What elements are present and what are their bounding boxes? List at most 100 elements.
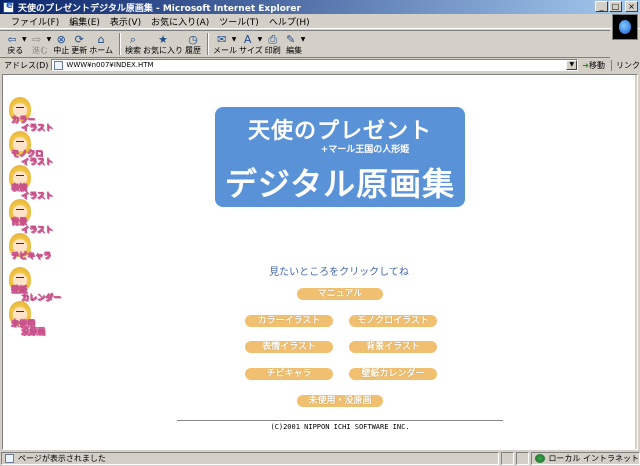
side-menu: カラー イラスト モノクロ イラスト 表情 イラスト 背景 イラスト チビキャラ… [9, 97, 61, 336]
search-label: 検索 [125, 46, 142, 55]
go-button[interactable]: ➔移動 [582, 60, 605, 71]
menu-edit[interactable]: 編集(E) [64, 15, 105, 28]
intranet-zone-icon [535, 454, 546, 463]
go-arrow-icon: ➔ [582, 60, 589, 70]
address-bar: アドレス(D) WWW¥n007¥INDEX.HTM ▼ ➔移動 リンク [0, 58, 640, 72]
toolbar-separator [207, 33, 210, 55]
address-url[interactable]: WWW¥n007¥INDEX.HTM [66, 61, 153, 69]
back-button[interactable]: ⇦ ▼ 戻る [4, 31, 27, 57]
stop-label: 中止 [53, 46, 70, 55]
home-button[interactable]: ⌂ ホーム [89, 31, 113, 57]
forward-dropdown-icon[interactable]: ▼ [47, 36, 52, 43]
status-cell [500, 452, 514, 465]
go-label: 移動 [589, 60, 605, 70]
window-controls: _ □ × [595, 1, 638, 12]
links-button[interactable]: リンク [611, 59, 640, 71]
status-bar: ページが表示されました ローカル イントラネット [0, 451, 640, 466]
unused-art-link[interactable]: 未使用・没原画 [297, 395, 383, 407]
search-button[interactable]: ⌕ 検索 [125, 31, 141, 57]
refresh-icon: ⟳ [74, 33, 84, 46]
font-size-icon: A [243, 33, 252, 46]
stop-icon: ⊗ [56, 33, 66, 46]
history-button[interactable]: ◷ 履歴 [185, 31, 201, 57]
side-item-expression-illust[interactable]: 表情 イラスト [9, 165, 53, 200]
printer-icon: ⎙ [268, 33, 278, 46]
status-message: ページが表示されました [18, 454, 106, 463]
forward-arrow-icon: ⇨ [32, 33, 42, 46]
color-illust-link[interactable]: カラーイラスト [245, 315, 333, 327]
print-label: 印刷 [264, 46, 281, 55]
favorites-label: お気に入り [143, 46, 184, 55]
address-input[interactable]: WWW¥n007¥INDEX.HTM ▼ [51, 59, 579, 71]
banner-title: 天使のプレゼント [247, 119, 432, 144]
wallpaper-calendar-link[interactable]: 壁紙カレンダー [349, 368, 437, 380]
manual-link[interactable]: マニュアル [297, 288, 383, 300]
background-illust-link[interactable]: 背景イラスト [349, 341, 437, 353]
edit-button[interactable]: ✎ ▼ 編集 [283, 31, 306, 57]
banner-subtitle: +マール王国の人形姫 [320, 145, 410, 155]
size-label: サイズ [239, 46, 263, 55]
stop-button[interactable]: ⊗ 中止 [53, 31, 69, 57]
home-label: ホーム [89, 46, 114, 55]
page-done-icon [5, 454, 14, 463]
address-label: アドレス(D) [4, 60, 49, 70]
menu-file[interactable]: ファイル(F) [6, 15, 64, 28]
maximize-button[interactable]: □ [609, 1, 622, 12]
content-edge [635, 75, 637, 449]
title-bar[interactable]: 天使のプレゼントデジタル原画集 - Microsoft Internet Exp… [0, 0, 640, 14]
edit-label: 編集 [286, 46, 303, 55]
side-label-bottom: 没原画 [21, 327, 45, 336]
status-message-panel: ページが表示されました [1, 452, 499, 465]
minimize-button[interactable]: _ [595, 1, 608, 12]
print-button[interactable]: ⎙ 印刷 [265, 31, 281, 57]
ie-throbber-icon [612, 14, 638, 40]
window-title: 天使のプレゼントデジタル原画集 - Microsoft Internet Exp… [18, 3, 301, 14]
side-item-color-illust[interactable]: カラー イラスト [9, 97, 53, 132]
edit-icon: ✎ [286, 33, 296, 46]
mono-illust-link[interactable]: モノクロイラスト [349, 315, 437, 327]
refresh-label: 更新 [71, 46, 88, 55]
back-dropdown-icon[interactable]: ▼ [22, 36, 27, 43]
history-label: 履歴 [185, 46, 202, 55]
footer-divider [177, 420, 503, 421]
menu-favorites[interactable]: お気に入り(A) [146, 15, 214, 28]
standard-toolbar: ⇦ ▼ 戻る ⇨ ▼ 進む ⊗ 中止 ⟳ 更新 ⌂ ホーム ⌕ 検索 ★ お気に入り… [0, 30, 610, 58]
mail-label: メール [213, 46, 238, 55]
side-label-top: チビキャラ [11, 251, 51, 260]
forward-label: 進む [31, 46, 48, 55]
mail-icon: ✉ [217, 33, 227, 46]
side-item-wallpaper[interactable]: 壁紙 カレンダー [9, 267, 61, 302]
status-cell [515, 452, 530, 465]
forward-button[interactable]: ⇨ ▼ 進む [29, 31, 52, 57]
menu-view[interactable]: 表示(V) [105, 15, 146, 28]
toolbar-separator [119, 33, 122, 55]
copyright-text: (C)2001 NIPPON ICHI SOFTWARE INC. [270, 423, 410, 431]
click-prompt: 見たいところをクリックしてね [269, 267, 409, 278]
close-button[interactable]: × [625, 1, 638, 12]
address-dropdown-icon[interactable]: ▼ [566, 60, 578, 70]
favorites-button[interactable]: ★ お気に入り [143, 31, 183, 57]
menu-help[interactable]: ヘルプ(H) [264, 15, 315, 28]
ie-app-icon[interactable] [3, 0, 14, 13]
side-item-background-illust[interactable]: 背景 イラスト [9, 199, 53, 234]
chibi-link[interactable]: チビキャラ [245, 368, 333, 380]
refresh-button[interactable]: ⟳ 更新 [71, 31, 87, 57]
expression-illust-link[interactable]: 表情イラスト [245, 341, 333, 353]
page-icon [54, 60, 64, 70]
size-button[interactable]: A ▼ サイズ [239, 31, 263, 57]
side-item-unused[interactable]: 未使用 没原画 [9, 301, 49, 336]
banner-main-title: デジタル原画集 [224, 165, 456, 203]
side-item-chibi[interactable]: チビキャラ [9, 233, 51, 267]
home-icon: ⌂ [97, 33, 105, 46]
favorites-star-icon: ★ [158, 33, 168, 46]
edit-dropdown-icon[interactable]: ▼ [301, 36, 306, 43]
mail-dropdown-icon[interactable]: ▼ [232, 36, 237, 43]
size-dropdown-icon[interactable]: ▼ [258, 36, 263, 43]
mail-button[interactable]: ✉ ▼ メール [213, 31, 237, 57]
menu-tools[interactable]: ツール(T) [214, 15, 264, 28]
title-banner: 天使のプレゼント +マール王国の人形姫 デジタル原画集 [215, 107, 465, 207]
security-zone-panel: ローカル イントラネット [531, 452, 640, 465]
history-clock-icon: ◷ [188, 33, 198, 46]
back-label: 戻る [7, 46, 24, 55]
side-item-mono-illust[interactable]: モノクロ イラスト [9, 131, 53, 166]
